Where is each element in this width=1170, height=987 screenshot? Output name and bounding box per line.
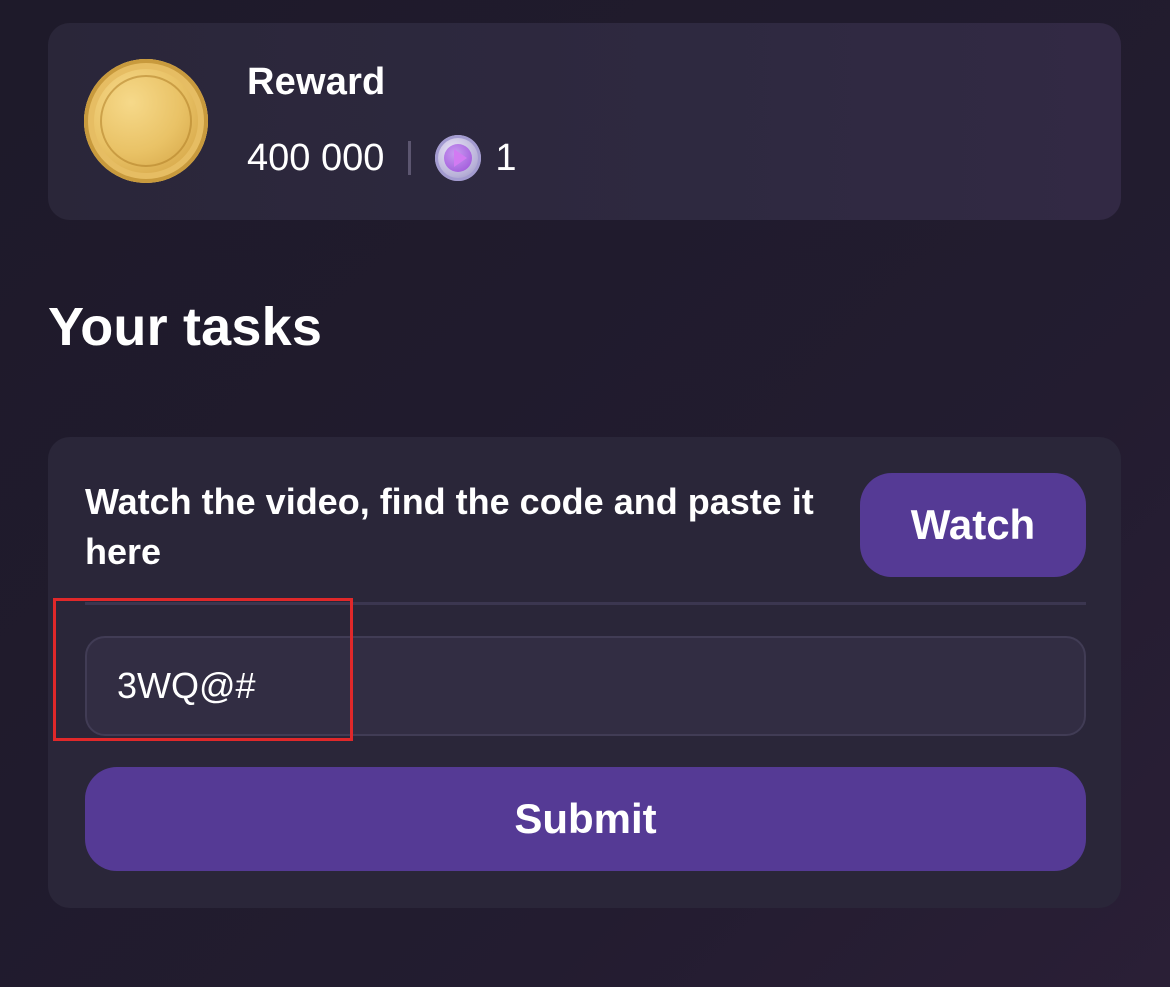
task-card: Watch the video, find the code and paste… — [48, 437, 1121, 908]
reward-values: 400 000 1 — [247, 133, 517, 183]
reward-card: Reward 400 000 1 — [48, 23, 1121, 220]
reward-video-count: 1 — [495, 136, 517, 179]
task-divider — [85, 602, 1086, 605]
gold-coin-icon — [84, 59, 208, 183]
watch-button[interactable]: Watch — [860, 473, 1086, 577]
reward-title: Reward — [247, 61, 386, 103]
play-circle-icon — [435, 135, 482, 181]
submit-button[interactable]: Submit — [85, 767, 1086, 871]
reward-coins-amount: 400 000 — [247, 136, 385, 179]
reward-divider — [408, 141, 412, 175]
code-input[interactable] — [85, 636, 1086, 736]
task-instruction: Watch the video, find the code and paste… — [85, 481, 814, 572]
section-title-your-tasks: Your tasks — [48, 297, 323, 357]
